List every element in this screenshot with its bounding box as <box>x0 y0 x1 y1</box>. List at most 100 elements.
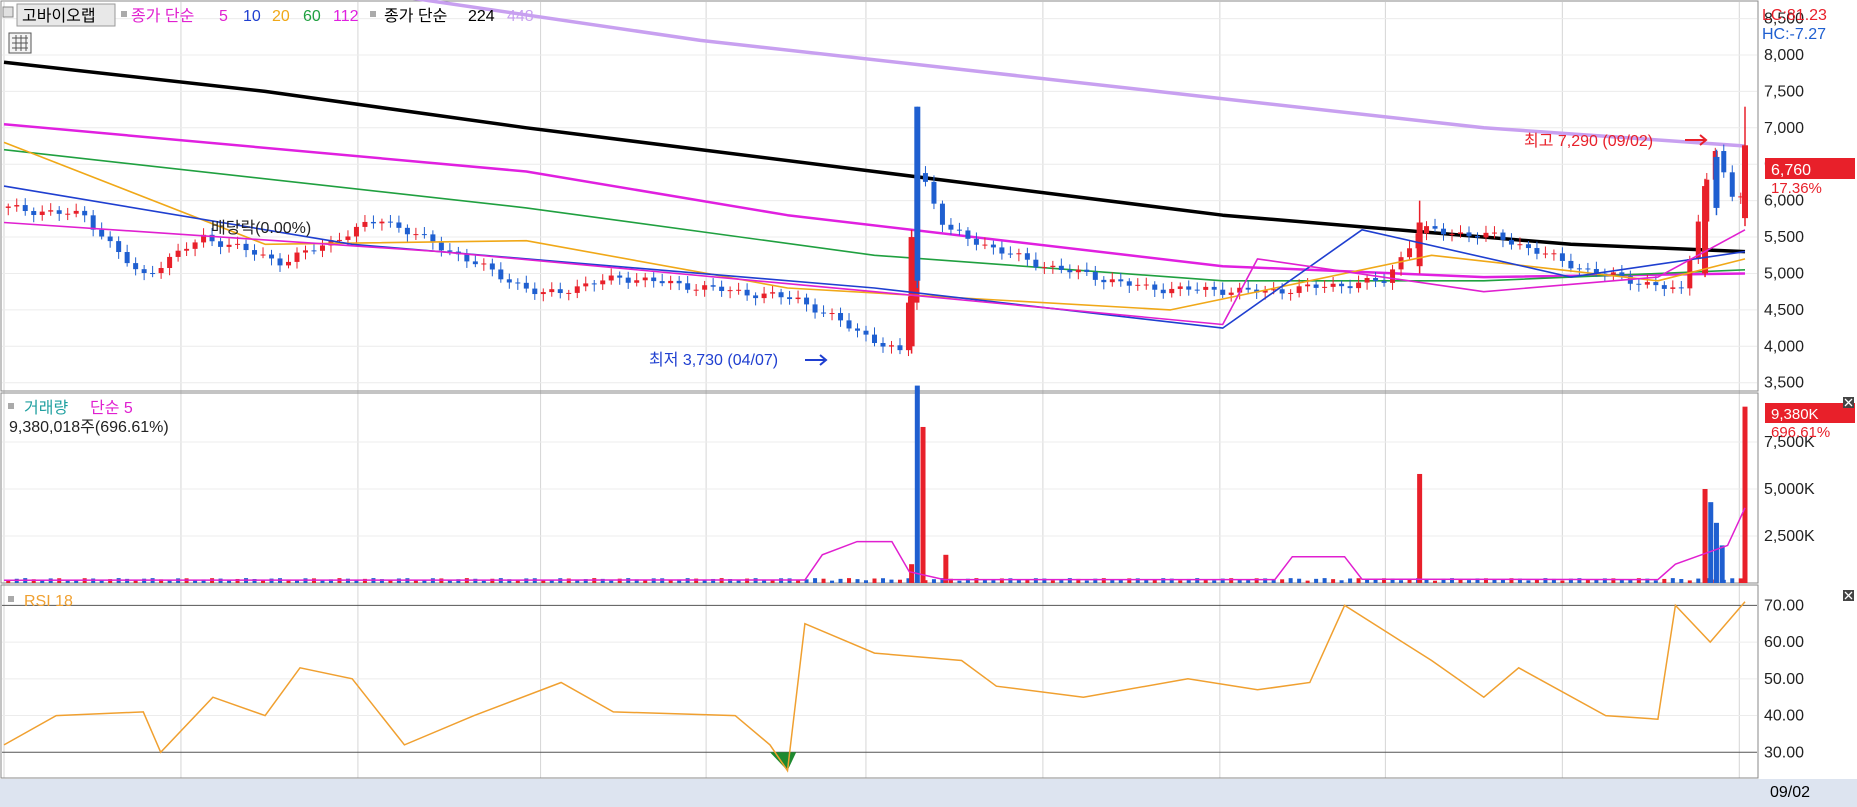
candle-body <box>167 256 173 269</box>
candle-body <box>1713 156 1720 208</box>
candle-body <box>1118 279 1124 282</box>
legend-toggle-icon[interactable] <box>2 6 14 18</box>
candle-body <box>218 241 224 247</box>
candle-body <box>133 263 139 270</box>
candle-body <box>243 243 249 251</box>
current-price: 6,760 <box>1771 162 1811 179</box>
volume-bar <box>609 580 614 583</box>
candle-body <box>252 250 258 255</box>
candle-body <box>311 250 317 252</box>
candle-body <box>897 345 903 351</box>
candle-body <box>472 261 478 265</box>
high-annotation: 최고 7,290 (09/02) <box>1524 132 1653 150</box>
candle-body <box>1441 228 1447 235</box>
chart-canvas[interactable]: 2024/11122025/0102030405060708093,5004,0… <box>0 0 1857 807</box>
candle-body <box>1279 289 1285 294</box>
close-panel-icon[interactable] <box>1843 590 1854 601</box>
candle-body <box>1152 284 1158 290</box>
candle-body <box>753 295 759 299</box>
close-panel-icon[interactable] <box>1843 397 1854 408</box>
candle-body <box>1457 232 1463 234</box>
ma-period-112[interactable]: 112 <box>333 8 359 25</box>
candle-body <box>1084 269 1090 273</box>
volume-bar <box>1271 580 1276 583</box>
ma-period-224[interactable]: 224 <box>468 8 495 25</box>
chart-background <box>0 0 1857 807</box>
volume-tick-label: 2,500K <box>1764 528 1815 545</box>
candle-body <box>421 234 427 236</box>
dividend-note: 배당락(0.00%) <box>211 219 311 237</box>
candle-body <box>914 106 921 281</box>
volume-bar <box>1195 578 1200 583</box>
candle-body <box>744 289 750 296</box>
volume-bar <box>1702 489 1708 583</box>
candle-body <box>549 289 555 293</box>
candle-body <box>65 213 71 215</box>
ma-period-5[interactable]: 5 <box>219 8 228 25</box>
volume-bar <box>855 579 860 583</box>
volume-bar <box>1738 578 1743 583</box>
candle-body <box>82 210 88 216</box>
ma-period-10[interactable]: 10 <box>243 8 261 25</box>
candle-body <box>1449 233 1455 235</box>
ma-label[interactable]: 종가 단순 <box>131 7 194 25</box>
volume-bar <box>872 578 877 583</box>
rsi-title[interactable]: RSI 18 <box>24 593 73 610</box>
candle-body <box>1670 287 1676 289</box>
candle-body <box>1644 282 1650 285</box>
candle-body <box>608 275 614 281</box>
volume-bar <box>1331 579 1336 583</box>
candle-body <box>659 281 665 284</box>
volume-bar <box>1679 579 1684 583</box>
candle-body <box>379 221 385 224</box>
candle-body <box>668 280 674 284</box>
candle-body <box>260 254 266 256</box>
candle-body <box>1024 253 1030 260</box>
candle-body <box>1525 244 1531 249</box>
candle-body <box>1466 232 1472 237</box>
volume-bar <box>133 580 138 583</box>
volume-bar <box>1560 580 1565 583</box>
stock-chart-window: 2024/11122025/0102030405060708093,5004,0… <box>0 0 1857 807</box>
volume-bar <box>702 580 707 583</box>
candle-body <box>685 283 691 290</box>
legend-marker-icon <box>8 596 14 602</box>
long-ma-label[interactable]: 종가 단순 <box>384 7 447 25</box>
candle-body <box>1416 222 1423 267</box>
volume-bar <box>943 554 949 583</box>
candle-body <box>1033 259 1039 268</box>
volume-bar <box>821 578 826 583</box>
candle-body <box>1619 272 1625 277</box>
ma-period-448[interactable]: 448 <box>507 8 534 25</box>
rsi-tick-label: 50.00 <box>1764 671 1804 688</box>
candle-body <box>736 289 742 291</box>
ma-period-60[interactable]: 60 <box>303 8 321 25</box>
ma-period-20[interactable]: 20 <box>272 8 290 25</box>
table-grid-icon[interactable] <box>8 32 32 54</box>
candle-body <box>39 211 45 215</box>
candle-body <box>1551 253 1557 255</box>
volume-bar <box>838 578 843 583</box>
candle-body <box>1075 269 1081 273</box>
volume-bar <box>920 426 926 583</box>
candle-body <box>353 226 359 237</box>
hc-value: HC:-7.27 <box>1762 26 1826 43</box>
candle-body <box>294 252 300 262</box>
volume-bar <box>1084 580 1089 583</box>
volume-ma-label[interactable]: 단순 5 <box>90 399 133 417</box>
candle-body <box>99 229 105 237</box>
candle-body <box>922 173 928 182</box>
candle-body <box>1576 268 1582 270</box>
candle-body <box>1203 286 1209 290</box>
candle-body <box>464 254 470 262</box>
candle-body <box>931 181 937 204</box>
candle-body <box>31 211 37 215</box>
candle-body <box>1390 269 1396 283</box>
candle-body <box>1678 287 1684 289</box>
volume-title[interactable]: 거래량 <box>24 399 68 417</box>
candle-body <box>387 221 393 223</box>
volume-badge-pct: 696.61% <box>1771 424 1830 441</box>
candle-body <box>973 238 979 245</box>
candle-body <box>1330 283 1336 287</box>
volume-bar <box>1144 579 1149 583</box>
